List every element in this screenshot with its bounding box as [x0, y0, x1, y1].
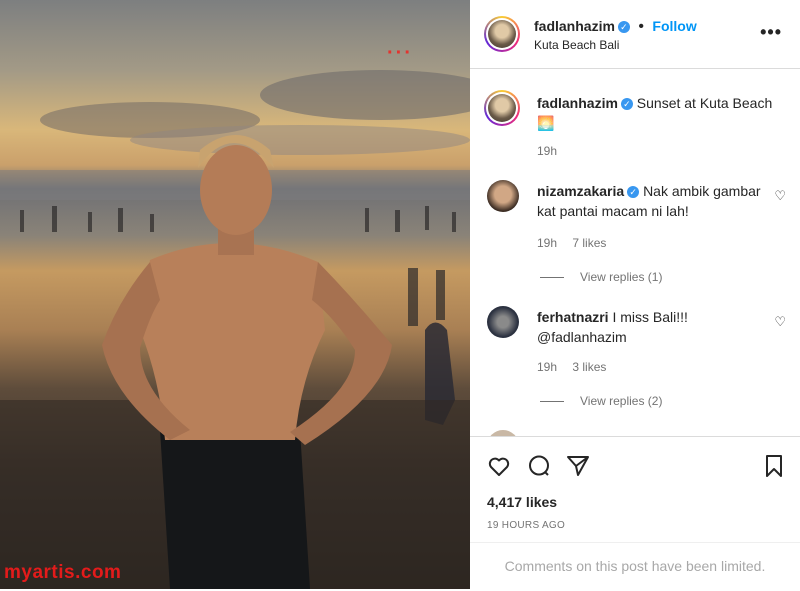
comments-limited-notice: Comments on this post have been limited. [470, 542, 800, 591]
save-bookmark-icon[interactable] [762, 454, 786, 478]
post-photo[interactable]: ··· myartis.com [0, 0, 470, 589]
comment-text: I miss Bali!!! [612, 309, 688, 325]
view-replies-label: View replies (2) [580, 394, 663, 408]
comment-meta: 19h 3 likes [537, 360, 618, 374]
caption-time[interactable]: 19h [537, 144, 557, 158]
like-comment-heart-icon[interactable]: ♡ [774, 188, 786, 204]
view-replies-label: View replies (1) [580, 270, 663, 284]
caption-text: Sunset at Kuta Beach [636, 95, 773, 111]
separator-dot: • [638, 18, 644, 35]
share-send-icon[interactable] [566, 454, 590, 478]
more-options-icon[interactable]: ••• [760, 22, 782, 43]
post-actions: 4,417 likes 19 HOURS AGO Comments on thi… [470, 436, 800, 590]
post-sidebar: fadlanhazim ✓ • Follow Kuta Beach Bali ••… [470, 0, 800, 590]
author-username[interactable]: fadlanhazim [534, 18, 615, 34]
caption-text-block: fadlanhazim ✓ Sunset at Kuta Beach 🌅 [537, 93, 777, 133]
reply-line-divider [540, 277, 564, 279]
verified-badge-icon: ✓ [627, 186, 640, 198]
follow-button[interactable]: Follow [652, 18, 696, 34]
photo-illustration [0, 70, 470, 589]
caption-username[interactable]: fadlanhazim [537, 95, 618, 111]
comment-likes[interactable]: 7 likes [572, 236, 606, 250]
verified-badge-icon: ✓ [620, 98, 633, 110]
comment-username[interactable]: nizamzakaria [537, 183, 624, 199]
author-line: fadlanhazim ✓ • Follow [534, 18, 697, 36]
comment-time[interactable]: 19h [537, 360, 557, 374]
post-timestamp: 19 HOURS AGO [487, 520, 566, 531]
like-heart-icon[interactable] [487, 454, 511, 478]
caption-avatar[interactable] [484, 90, 520, 126]
view-replies-button[interactable]: View replies (2) [540, 394, 662, 408]
watermark: myartis.com [4, 562, 122, 583]
caption-meta: 19h [537, 144, 569, 158]
comment-mention[interactable]: @fadlanhazim [537, 329, 627, 345]
comment-bubble-icon[interactable] [527, 454, 551, 478]
author-avatar[interactable] [484, 16, 520, 52]
comment-text-block: ferhatnazri I miss Bali!!! @fadlanhazim [537, 307, 777, 347]
comment-text-block: nizamzakaria ✓ Nak ambik gambar kat panta… [537, 181, 777, 221]
sunrise-emoji: 🌅 [537, 115, 555, 131]
post-header: fadlanhazim ✓ • Follow Kuta Beach Bali ••… [470, 0, 800, 69]
likes-count[interactable]: 4,417 likes [487, 494, 557, 510]
commenter-avatar[interactable] [487, 180, 519, 212]
post-location[interactable]: Kuta Beach Bali [534, 38, 619, 52]
red-dots-decoration: ··· [387, 42, 413, 64]
reply-line-divider [540, 401, 564, 403]
commenter-avatar[interactable] [487, 306, 519, 338]
comment-likes[interactable]: 3 likes [572, 360, 606, 374]
comment-time[interactable]: 19h [537, 236, 557, 250]
comment-meta: 19h 7 likes [537, 236, 618, 250]
comment-username[interactable]: ferhatnazri [537, 309, 609, 325]
view-replies-button[interactable]: View replies (1) [540, 270, 662, 284]
verified-badge-icon: ✓ [617, 21, 630, 33]
like-comment-heart-icon[interactable]: ♡ [774, 314, 786, 330]
